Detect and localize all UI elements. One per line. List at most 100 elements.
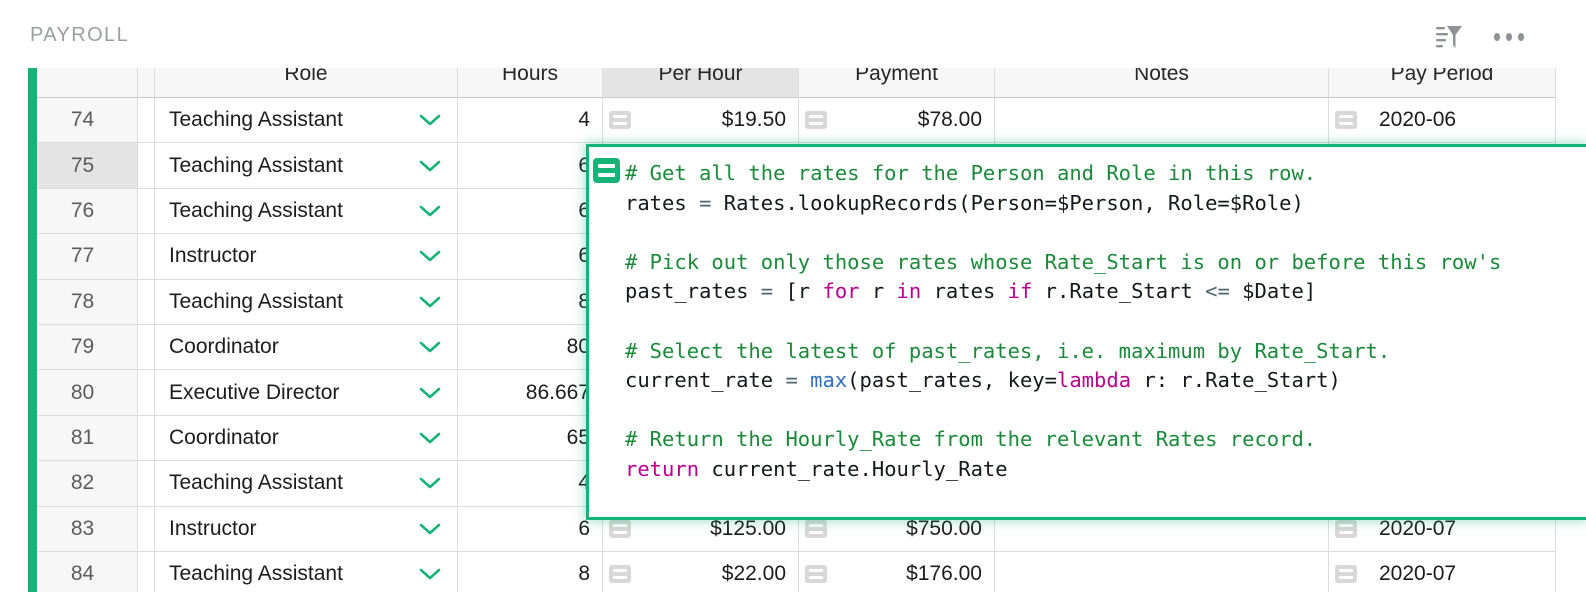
chevron-down-icon[interactable] <box>419 249 441 263</box>
cell-role-label: Coordinator <box>169 335 279 359</box>
code-token: = <box>785 368 798 393</box>
cell-hours[interactable]: 8 <box>458 279 603 325</box>
code-line: past_rates = [r for r in rates if r.Rate… <box>625 277 1501 307</box>
cell-per-hour-value: $22.00 <box>721 562 786 586</box>
row-number[interactable]: 83 <box>28 506 138 552</box>
chevron-down-icon[interactable] <box>419 567 441 581</box>
chevron-down-icon[interactable] <box>419 476 441 490</box>
row-number[interactable]: 75 <box>28 143 138 189</box>
formula-editor-popup[interactable]: # Get all the rates for the Person and R… <box>586 144 1586 520</box>
row-number[interactable]: 79 <box>28 324 138 371</box>
cell-pay-period[interactable]: 2020-06 <box>1329 98 1556 144</box>
row-number[interactable]: 81 <box>28 415 138 462</box>
row-gutter <box>138 98 155 144</box>
cell-hours[interactable]: 6 <box>458 506 603 552</box>
formula-icon <box>1335 519 1357 538</box>
cell-notes[interactable] <box>995 551 1329 592</box>
cell-pay-period-value: 2020-06 <box>1379 108 1457 132</box>
cell-hours[interactable]: 4 <box>458 98 603 144</box>
column-header-period[interactable]: Pay Period <box>1329 68 1556 98</box>
cell-hours[interactable]: 65 <box>458 415 603 462</box>
row-number[interactable]: 78 <box>28 279 138 325</box>
row-number[interactable]: 76 <box>28 188 138 235</box>
row-gutter <box>138 279 155 325</box>
cell-role-label: Teaching Assistant <box>169 108 343 132</box>
cell-role[interactable]: Teaching Assistant <box>155 279 458 325</box>
row-gutter <box>138 324 155 371</box>
cell-role-label: Instructor <box>169 244 257 268</box>
table-row[interactable]: 84 Teaching Assistant 8 $22.00 $176.00 2020-0… <box>28 551 1556 592</box>
row-number[interactable]: 77 <box>28 234 138 280</box>
column-header-blank <box>138 68 155 98</box>
cell-role[interactable]: Instructor <box>155 234 458 280</box>
code-token: rates <box>625 190 700 215</box>
cell-pay-period-value: 2020-07 <box>1379 562 1457 586</box>
cell-per-hour[interactable]: $19.50 <box>603 98 799 144</box>
chevron-down-icon[interactable] <box>419 340 441 354</box>
formula-icon <box>593 158 620 183</box>
code-token: # Pick out only those rates whose Rate_S… <box>625 249 1502 274</box>
cell-per-hour-value: $19.50 <box>721 108 786 132</box>
code-token: max <box>810 368 848 393</box>
cell-hours[interactable]: 86.667 <box>458 370 603 416</box>
code-token: = <box>760 279 774 304</box>
cell-payment[interactable]: $78.00 <box>799 98 995 144</box>
code-token: r.Rate_Start <box>1032 279 1206 304</box>
chevron-down-icon[interactable] <box>419 431 441 445</box>
more-options-icon[interactable] <box>1494 22 1524 52</box>
chevron-down-icon[interactable] <box>419 113 441 127</box>
code-token: r: r.Rate_Start) <box>1131 368 1341 393</box>
row-gutter <box>138 143 155 189</box>
cell-hours[interactable]: 6 <box>458 234 603 280</box>
cell-role[interactable]: Executive Director <box>155 370 458 416</box>
row-gutter <box>138 234 155 280</box>
cell-payment[interactable]: $176.00 <box>799 551 995 592</box>
column-header-payment[interactable]: Payment <box>799 68 995 98</box>
row-gutter <box>138 415 155 462</box>
column-header-hours[interactable]: Hours <box>458 68 603 98</box>
cell-per-hour[interactable]: $22.00 <box>603 551 799 592</box>
chevron-down-icon[interactable] <box>419 159 441 173</box>
chevron-down-icon[interactable] <box>419 386 441 400</box>
chevron-down-icon[interactable] <box>419 522 441 536</box>
code-token: for <box>822 279 860 304</box>
top-bar-actions <box>1434 22 1524 52</box>
code-token: $Date] <box>1229 279 1317 304</box>
cell-role[interactable]: Teaching Assistant <box>155 551 458 592</box>
formula-code[interactable]: # Get all the rates for the Person and R… <box>625 159 1501 485</box>
code-token: return <box>625 456 700 481</box>
cell-role-label: Executive Director <box>169 380 340 404</box>
chevron-down-icon[interactable] <box>419 295 441 309</box>
cell-role[interactable]: Teaching Assistant <box>155 461 458 507</box>
column-header-rate[interactable]: Per Hour <box>603 68 799 98</box>
cell-role-label: Teaching Assistant <box>169 471 343 495</box>
cell-role[interactable]: Coordinator <box>155 324 458 371</box>
cell-hours[interactable]: 6 <box>458 143 603 189</box>
row-number[interactable]: 82 <box>28 461 138 507</box>
row-number[interactable]: 74 <box>28 98 138 144</box>
sort-filter-icon[interactable] <box>1434 22 1464 52</box>
code-line: return current_rate.Hourly_Rate <box>625 455 1501 485</box>
cell-role[interactable]: Teaching Assistant <box>155 143 458 189</box>
cell-role[interactable]: Teaching Assistant <box>155 98 458 144</box>
column-header-notes[interactable]: Notes <box>995 68 1329 98</box>
cell-payment-value: $750.00 <box>906 516 982 540</box>
row-number[interactable]: 84 <box>28 551 138 592</box>
cell-hours[interactable]: 8 <box>458 551 603 592</box>
cell-hours[interactable]: 6 <box>458 188 603 235</box>
code-token: # Return the Hourly_Rate from the releva… <box>625 427 1317 452</box>
cell-role[interactable]: Coordinator <box>155 415 458 462</box>
row-number[interactable]: 80 <box>28 370 138 416</box>
cell-hours[interactable]: 80 <box>458 324 603 371</box>
cell-hours[interactable]: 4 <box>458 461 603 507</box>
row-gutter <box>138 461 155 507</box>
table-row[interactable]: 74 Teaching Assistant 4 $19.50 $78.00 2020-06 <box>28 98 1556 144</box>
cell-role[interactable]: Instructor <box>155 506 458 552</box>
formula-icon <box>609 565 631 584</box>
chevron-down-icon[interactable] <box>419 204 441 218</box>
column-header-role[interactable]: Role <box>155 68 458 98</box>
cell-role[interactable]: Teaching Assistant <box>155 188 458 235</box>
cell-pay-period[interactable]: 2020-07 <box>1329 551 1556 592</box>
cell-notes[interactable] <box>995 98 1329 144</box>
